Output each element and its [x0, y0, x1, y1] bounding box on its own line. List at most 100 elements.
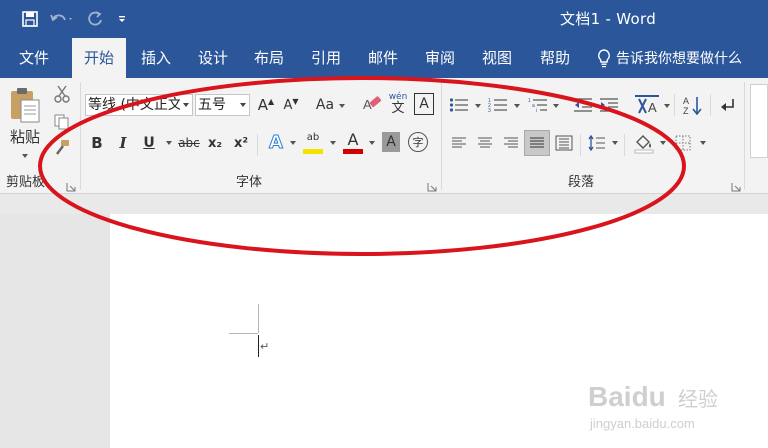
increase-indent-icon[interactable] [598, 94, 620, 116]
undo-icon[interactable] [44, 0, 80, 38]
shading-icon[interactable] [632, 130, 656, 156]
show-hide-marks-icon[interactable] [716, 94, 738, 116]
underline-button[interactable]: U [140, 132, 158, 154]
paragraph-group-label: 段落 [568, 175, 595, 190]
align-right-icon[interactable] [500, 132, 522, 154]
subscript-button[interactable]: x₂ [204, 132, 226, 154]
font-name-value: 等线 (中文正文) [88, 97, 188, 113]
sort-icon[interactable]: AZ [682, 93, 704, 117]
chinese-layout-dropdown-icon[interactable] [664, 104, 670, 108]
chinese-layout-icon[interactable]: A [632, 92, 662, 116]
divider [624, 134, 625, 156]
clear-formatting-icon[interactable]: A [360, 92, 384, 116]
superscript-button[interactable]: x² [230, 132, 252, 154]
font-size-combo[interactable]: 五号 [195, 94, 250, 116]
numbering-icon[interactable]: 123 [487, 94, 509, 116]
customize-qat-icon[interactable] [110, 0, 134, 38]
styles-gallery-edge[interactable] [750, 84, 768, 158]
tab-layout[interactable]: 布局 [244, 38, 294, 78]
ribbon-tabs: 文件 开始 插入 设计 布局 引用 邮件 审阅 视图 帮助 告诉我你想要做什么 [0, 38, 768, 78]
change-case-dropdown-icon[interactable] [339, 104, 345, 108]
svg-text:Z: Z [683, 106, 689, 115]
watermark-url: jingyan.baidu.com [589, 416, 695, 431]
text-effects-dropdown-icon[interactable] [290, 141, 296, 145]
line-spacing-dropdown-icon[interactable] [612, 141, 618, 145]
strikethrough-button[interactable]: abc [176, 132, 202, 154]
font-color-icon[interactable]: A [342, 130, 364, 156]
multilevel-list-dropdown-icon[interactable] [553, 104, 559, 108]
tab-design[interactable]: 设计 [188, 38, 238, 78]
highlight-dropdown-icon[interactable] [330, 141, 336, 145]
highlight-icon[interactable]: ab [302, 130, 324, 156]
quick-access-toolbar [0, 0, 134, 38]
divider [674, 94, 675, 116]
underline-dropdown-icon[interactable] [166, 141, 172, 145]
character-shading-icon[interactable]: A [382, 132, 400, 152]
clipboard-group-label: 剪贴板 [6, 175, 46, 190]
numbering-dropdown-icon[interactable] [514, 104, 520, 108]
font-size-value: 五号 [198, 97, 226, 113]
character-border-icon[interactable]: A [414, 93, 434, 115]
tell-me-box[interactable]: 告诉我你想要做什么 [596, 38, 742, 78]
paragraph-mark: ↵ [260, 340, 270, 353]
grow-font-icon[interactable]: A ▲ [256, 94, 276, 116]
borders-icon[interactable] [672, 132, 694, 154]
divider [580, 134, 581, 156]
tab-view[interactable]: 视图 [472, 38, 522, 78]
watermark-sub: 经验 [678, 388, 718, 411]
svg-text:i: i [536, 108, 537, 113]
svg-text:3: 3 [488, 108, 491, 113]
svg-text:A: A [648, 100, 657, 115]
phonetic-guide-icon[interactable]: wén 文 [388, 90, 408, 118]
copy-icon[interactable] [52, 112, 72, 132]
cut-icon[interactable] [52, 84, 72, 104]
tab-help[interactable]: 帮助 [529, 38, 581, 78]
save-icon[interactable] [16, 0, 44, 38]
font-name-combo[interactable]: 等线 (中文正文) [85, 94, 193, 116]
tab-insert[interactable]: 插入 [131, 38, 181, 78]
lightbulb-icon [598, 49, 610, 68]
tab-references[interactable]: 引用 [301, 38, 351, 78]
ruler-strip [0, 194, 768, 214]
distributed-icon[interactable] [553, 132, 575, 154]
change-case-icon[interactable]: Aa [313, 94, 337, 116]
svg-text:1: 1 [528, 98, 531, 104]
justify-icon[interactable] [524, 130, 550, 156]
format-painter-icon[interactable] [52, 138, 72, 158]
font-size-dropdown-icon[interactable] [237, 95, 249, 115]
ribbon-home: 粘贴 剪贴板 等线 (中文正文) 五号 A ▲ A ▼ Aa A wén 文 A… [0, 78, 768, 194]
divider [744, 82, 745, 190]
bold-button[interactable]: B [88, 132, 106, 154]
shading-dropdown-icon[interactable] [660, 141, 666, 145]
tab-mailings[interactable]: 邮件 [358, 38, 408, 78]
shrink-font-icon[interactable]: A ▼ [281, 94, 301, 116]
tab-file[interactable]: 文件 [8, 38, 60, 78]
tab-review[interactable]: 审阅 [415, 38, 465, 78]
enclose-characters-icon[interactable]: 字 [408, 132, 428, 152]
font-color-dropdown-icon[interactable] [369, 141, 375, 145]
text-effects-icon[interactable]: A [266, 130, 286, 154]
line-spacing-icon[interactable] [586, 132, 608, 154]
watermark-brand: Baidu [588, 381, 666, 412]
multilevel-list-icon[interactable]: 1ai [527, 94, 549, 116]
paste-label[interactable]: 粘贴 [8, 126, 42, 146]
redo-icon[interactable] [80, 0, 110, 38]
font-name-dropdown-icon[interactable] [180, 95, 192, 115]
font-dialog-launcher-icon[interactable] [427, 177, 437, 192]
divider [441, 82, 442, 190]
title-bar: 文档1 - Word [0, 0, 768, 38]
italic-button[interactable]: I [114, 132, 132, 154]
borders-dropdown-icon[interactable] [700, 141, 706, 145]
clipboard-dialog-launcher-icon[interactable] [66, 177, 76, 192]
paragraph-dialog-launcher-icon[interactable] [731, 177, 741, 192]
tab-home[interactable]: 开始 [72, 38, 126, 78]
bullets-dropdown-icon[interactable] [475, 104, 481, 108]
text-cursor [258, 335, 259, 357]
bullets-icon[interactable] [448, 94, 470, 116]
paste-dropdown-icon[interactable] [22, 154, 28, 158]
svg-text:a: a [532, 103, 535, 109]
align-left-icon[interactable] [448, 132, 470, 154]
decrease-indent-icon[interactable] [572, 94, 594, 116]
align-center-icon[interactable] [474, 132, 496, 154]
paste-icon[interactable] [6, 86, 42, 126]
